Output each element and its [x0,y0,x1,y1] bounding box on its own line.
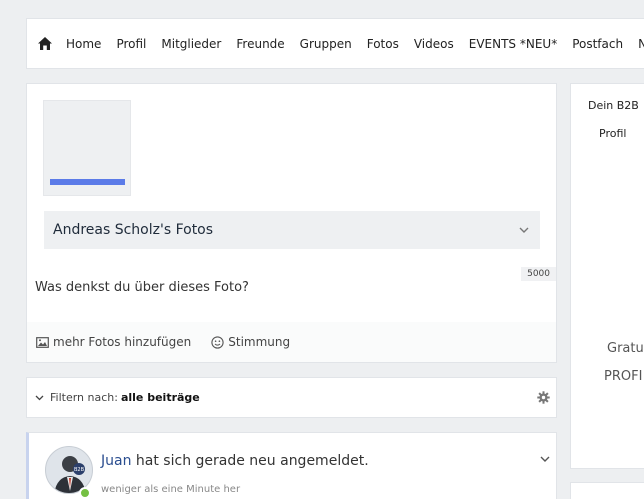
chevron-down-icon[interactable] [35,395,44,401]
album-select[interactable]: Andreas Scholz's Fotos [44,211,540,249]
add-photos-label: mehr Fotos hinzufügen [53,335,192,349]
sidebar-profile-link[interactable]: Profil [599,127,626,140]
mood-button[interactable]: Stimmung [211,335,290,349]
sidebar-text-line: PROFI [604,369,643,384]
nav-item-videos[interactable]: Videos [414,37,454,51]
online-status-indicator [79,487,91,499]
nav-item-fotos[interactable]: Fotos [367,37,399,51]
nav-item-events[interactable]: EVENTS *NEU* [469,37,557,51]
main-navbar: Home Profil Mitglieder Freunde Gruppen F… [26,18,644,69]
feed-message: Juan hat sich gerade neu angemeldet. [101,453,369,469]
avatar-badge-text: B2B [74,467,85,473]
post-toolbar: mehr Fotos hinzufügen Stimmung [27,322,556,362]
photo-post-panel: Andreas Scholz's Fotos 5000 Was denkst d… [26,83,557,363]
album-title: Andreas Scholz's Fotos [53,222,214,238]
gear-icon[interactable] [537,389,550,408]
chevron-down-icon[interactable] [510,216,538,244]
activity-feed-item: B2B Juan hat sich gerade neu angemeldet.… [26,432,557,499]
photo-thumbnail[interactable] [43,100,131,196]
feed-filter-bar[interactable]: Filtern nach: alle beiträge [26,377,557,418]
photo-comment-input[interactable]: Was denkst du über dieses Foto? [35,280,515,295]
sidebar-text-line: Gratu [607,341,644,356]
home-icon[interactable] [37,35,53,53]
feed-user-link[interactable]: Juan [101,453,131,469]
feed-message-text: hat sich gerade neu angemeldet. [131,453,369,469]
sidebar-widget: Dein B2B Profil Gratu PROFI [570,83,644,469]
nav-item-profil[interactable]: Profil [116,37,146,51]
add-photos-button[interactable]: mehr Fotos hinzufügen [36,335,191,349]
image-icon [36,336,49,348]
chevron-down-icon[interactable] [540,447,550,466]
upload-progress-bar [50,179,125,185]
smiley-icon [211,335,224,349]
nav-item-mitglieder[interactable]: Mitglieder [161,37,221,51]
nav-item-postfach[interactable]: Postfach [572,37,623,51]
sidebar-widget-secondary [570,482,644,499]
feed-timestamp: weniger als eine Minute her [101,484,241,495]
mood-label: Stimmung [228,335,291,349]
filter-label: Filtern nach: [50,391,118,404]
nav-item-more[interactable]: Ne [638,37,644,51]
sidebar-title: Dein B2B [588,99,639,112]
nav-item-freunde[interactable]: Freunde [236,37,284,51]
nav-item-home[interactable]: Home [66,37,101,51]
char-limit-counter: 5000 [521,267,556,281]
filter-value[interactable]: alle beiträge [121,391,200,404]
nav-item-gruppen[interactable]: Gruppen [300,37,352,51]
